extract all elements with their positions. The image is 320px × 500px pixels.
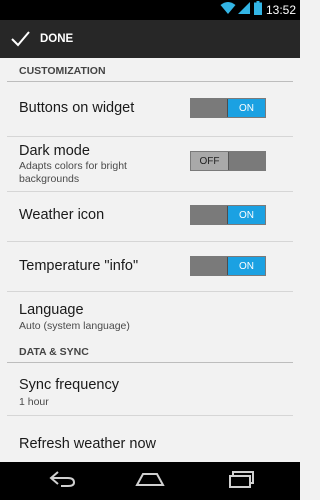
battery-icon [253,0,262,20]
setting-dark-mode[interactable]: Dark mode Adapts colors for bright backg… [0,137,300,191]
done-label: DONE [40,33,74,45]
setting-temperature-info[interactable]: Temperature "info" ON [0,242,300,291]
recents-icon [228,470,256,493]
clock: 13:52 [265,3,296,17]
dark-mode-toggle[interactable]: OFF [190,151,266,171]
setting-sync-frequency[interactable]: Sync frequency 1 hour [0,363,300,415]
section-header-label: CUSTOMIZATION [19,65,106,77]
setting-title: Dark mode [19,143,90,159]
setting-buttons-on-widget[interactable]: Buttons on widget ON [0,82,300,136]
back-icon [48,470,76,493]
status-icons: 13:52 [220,0,300,20]
recents-button[interactable] [212,462,272,500]
navigation-bar [0,462,300,500]
setting-summary: Auto (system language) [19,320,130,332]
section-header-customization: CUSTOMIZATION [0,58,300,82]
wifi-icon [220,1,236,20]
settings-list[interactable]: CUSTOMIZATION Buttons on widget ON Dark … [0,58,300,462]
setting-weather-icon[interactable]: Weather icon ON [0,192,300,241]
toggle-state: ON [227,206,265,224]
toggle-state: ON [227,257,265,275]
home-button[interactable] [120,462,180,500]
signal-icon [237,1,251,20]
weather-icon-toggle[interactable]: ON [190,205,266,225]
setting-title: Sync frequency [19,377,119,393]
done-button[interactable]: DONE [0,20,110,58]
status-bar: 13:52 [0,0,300,20]
toggle-state: OFF [191,152,229,170]
setting-title: Language [19,302,84,318]
setting-title: Refresh weather now [19,436,157,452]
home-icon [135,471,165,492]
back-button[interactable] [32,462,92,500]
setting-title: Buttons on widget [19,100,135,116]
section-header-label: DATA & SYNC [19,346,89,358]
setting-language[interactable]: Language Auto (system language) [0,292,300,339]
buttons-on-widget-toggle[interactable]: ON [190,98,266,118]
temperature-info-toggle[interactable]: ON [190,256,266,276]
checkmark-icon [9,28,31,55]
setting-summary: 1 hour [19,396,49,408]
setting-title: Temperature "info" [19,258,139,274]
toggle-state: ON [227,99,265,117]
section-header-data-sync: DATA & SYNC [0,339,300,363]
setting-title: Weather icon [19,207,105,223]
setting-refresh-weather[interactable]: Refresh weather now [0,416,300,462]
setting-summary: Adapts colors for bright backgrounds [19,160,127,185]
action-bar: DONE [0,20,300,58]
